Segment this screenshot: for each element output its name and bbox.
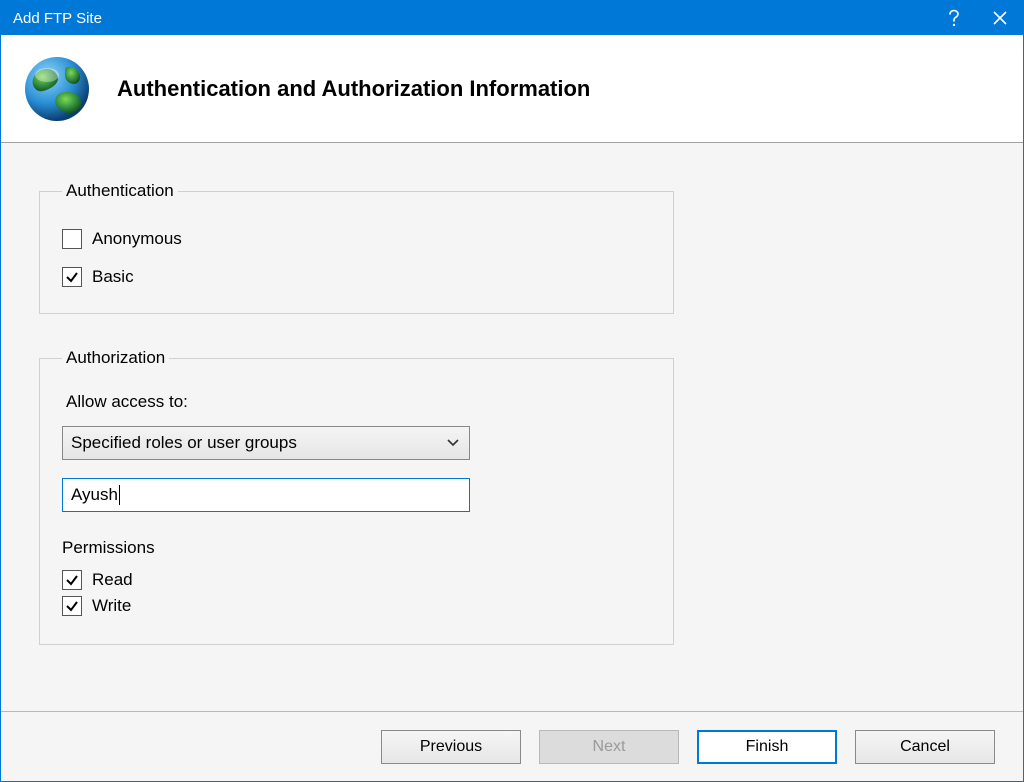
read-label: Read bbox=[92, 570, 133, 590]
allow-access-select-value: Specified roles or user groups bbox=[71, 433, 297, 453]
content-area: Authentication Anonymous Basic Authoriza… bbox=[1, 143, 1023, 711]
write-checkbox-row[interactable]: Write bbox=[62, 596, 651, 616]
footer: Previous Next Finish Cancel bbox=[1, 711, 1023, 781]
previous-button[interactable]: Previous bbox=[381, 730, 521, 764]
basic-checkbox[interactable] bbox=[62, 267, 82, 287]
chevron-down-icon bbox=[447, 439, 459, 447]
globe-icon bbox=[21, 53, 93, 125]
permissions-label: Permissions bbox=[62, 538, 651, 558]
anonymous-checkbox[interactable] bbox=[62, 229, 82, 249]
text-caret bbox=[119, 485, 120, 505]
help-button[interactable] bbox=[931, 1, 977, 35]
write-label: Write bbox=[92, 596, 131, 616]
read-checkbox-row[interactable]: Read bbox=[62, 570, 651, 590]
close-button[interactable] bbox=[977, 1, 1023, 35]
title-bar: Add FTP Site bbox=[1, 1, 1023, 35]
header-panel: Authentication and Authorization Informa… bbox=[1, 35, 1023, 143]
basic-label: Basic bbox=[92, 267, 134, 287]
window-title: Add FTP Site bbox=[13, 10, 931, 27]
authorization-legend: Authorization bbox=[62, 348, 169, 368]
authentication-group: Authentication Anonymous Basic bbox=[39, 181, 674, 314]
roles-input-value: Ayush bbox=[71, 485, 118, 505]
anonymous-checkbox-row[interactable]: Anonymous bbox=[62, 229, 651, 249]
allow-access-label: Allow access to: bbox=[66, 392, 651, 412]
read-checkbox[interactable] bbox=[62, 570, 82, 590]
authentication-legend: Authentication bbox=[62, 181, 178, 201]
write-checkbox[interactable] bbox=[62, 596, 82, 616]
page-heading: Authentication and Authorization Informa… bbox=[117, 76, 590, 102]
finish-button[interactable]: Finish bbox=[697, 730, 837, 764]
roles-input[interactable]: Ayush bbox=[62, 478, 470, 512]
cancel-button[interactable]: Cancel bbox=[855, 730, 995, 764]
anonymous-label: Anonymous bbox=[92, 229, 182, 249]
basic-checkbox-row[interactable]: Basic bbox=[62, 267, 651, 287]
next-button: Next bbox=[539, 730, 679, 764]
allow-access-select[interactable]: Specified roles or user groups bbox=[62, 426, 470, 460]
authorization-group: Authorization Allow access to: Specified… bbox=[39, 348, 674, 645]
